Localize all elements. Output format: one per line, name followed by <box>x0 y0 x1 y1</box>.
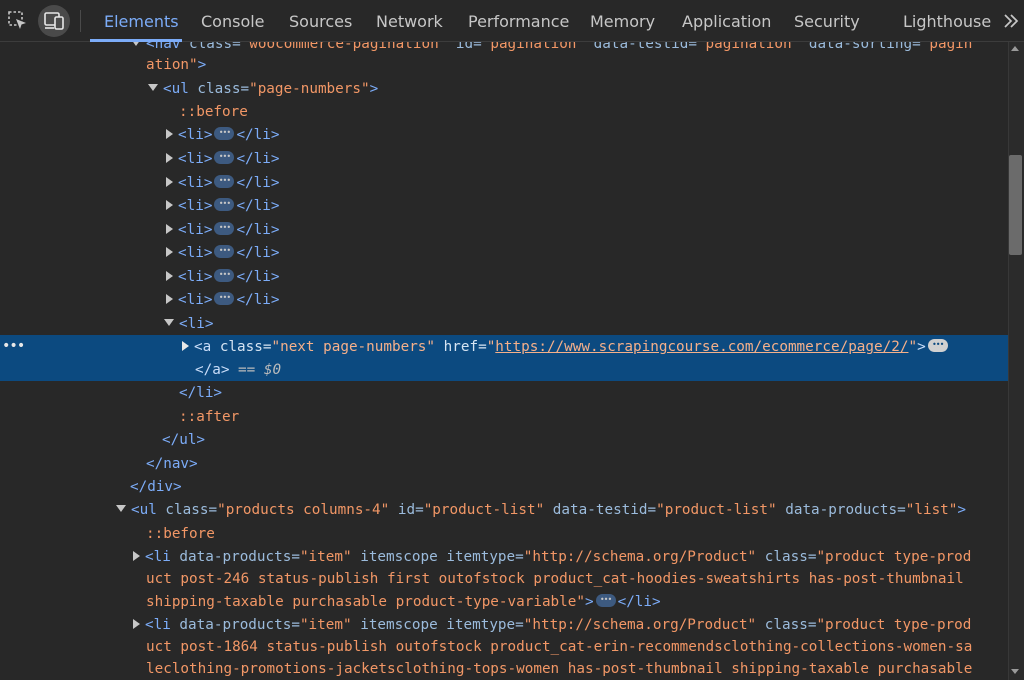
expand-triangle-icon[interactable] <box>166 247 173 257</box>
collapsed-content-icon[interactable] <box>214 263 235 286</box>
tree-line-nav-close[interactable]: </nav> <box>0 453 1008 476</box>
tree-line-product-item-cont: uct post-1864 status-publish outofstock … <box>146 639 973 655</box>
tree-line-li-open[interactable]: <li> <box>0 313 1008 336</box>
collapsed-content-icon[interactable] <box>927 333 948 356</box>
tree-line-div-close[interactable]: </div> <box>0 476 1008 499</box>
collapsed-content-icon[interactable] <box>214 145 235 168</box>
dom-tree: ••• <nav class="woocommerce-pagination" … <box>0 42 1008 678</box>
expand-triangle-icon[interactable] <box>166 294 173 304</box>
tree-line-li[interactable]: <li></li> <box>0 239 1008 265</box>
tree-line-nav-cont: ation"> <box>146 57 207 73</box>
tree-line-before[interactable]: ::before <box>0 523 1008 546</box>
tab-sources[interactable]: Sources <box>289 0 352 42</box>
tree-line-li[interactable]: <li></li> <box>0 216 1008 242</box>
tree-line-li[interactable]: <li></li> <box>0 192 1008 218</box>
tree-line-ul-products[interactable]: <ul class="products columns-4" id="produ… <box>0 499 1008 522</box>
expand-triangle-icon[interactable] <box>166 200 173 210</box>
expand-triangle-icon[interactable] <box>133 619 140 629</box>
collapsed-content-icon[interactable] <box>214 216 235 239</box>
tree-line-before[interactable]: ::before <box>0 101 1008 124</box>
collapsed-content-icon[interactable] <box>214 192 235 215</box>
vertical-scrollbar[interactable] <box>1008 42 1024 680</box>
tree-line-after[interactable]: ::after <box>0 406 1008 429</box>
expand-triangle-icon[interactable] <box>166 153 173 163</box>
collapse-triangle-icon[interactable] <box>131 42 141 46</box>
expand-triangle-icon[interactable] <box>133 551 140 561</box>
tree-line-li[interactable]: <li></li> <box>0 263 1008 289</box>
expand-triangle-icon[interactable] <box>166 271 173 281</box>
tab-elements[interactable]: Elements <box>104 0 179 42</box>
expand-triangle-icon[interactable] <box>166 224 173 234</box>
collapsed-content-icon[interactable] <box>214 121 235 144</box>
collapsed-content-icon[interactable] <box>214 286 235 309</box>
tab-memory[interactable]: Memory <box>590 0 655 42</box>
collapse-triangle-icon[interactable] <box>148 84 158 91</box>
tree-line-li[interactable]: <li></li> <box>0 169 1008 195</box>
device-toolbar-icon[interactable] <box>38 5 70 37</box>
tab-performance[interactable]: Performance <box>468 0 569 42</box>
scrollbar-thumb[interactable] <box>1009 155 1022 255</box>
tab-application[interactable]: Application <box>682 0 771 42</box>
tree-line-ul-pages[interactable]: <ul class="page-numbers"> <box>0 78 1008 101</box>
tree-line-ul-close[interactable]: </ul> <box>0 429 1008 452</box>
tree-line-product-item-cont: shipping-taxable purchasable product-typ… <box>0 588 1008 614</box>
expand-triangle-icon[interactable] <box>166 177 173 187</box>
tree-line-product-item-cont: uct post-246 status-publish first outofs… <box>146 571 964 587</box>
tab-security[interactable]: Security <box>794 0 860 42</box>
tree-line-li[interactable]: <li></li> <box>0 145 1008 171</box>
devtools-toolbar: Elements Console Sources Network Perform… <box>0 0 1024 42</box>
tree-line-li-close[interactable]: </li> <box>0 382 1008 405</box>
more-tabs-chevron-icon[interactable] <box>1000 8 1022 34</box>
expand-triangle-icon[interactable] <box>166 129 173 139</box>
tab-lighthouse[interactable]: Lighthouse <box>903 0 991 42</box>
toolbar-separator <box>80 10 81 32</box>
collapsed-content-icon[interactable] <box>595 588 616 611</box>
scroll-down-icon[interactable] <box>1010 666 1020 676</box>
tree-line-anchor-selected[interactable]: <a class="next page-numbers" href="https… <box>0 333 1008 359</box>
tree-line-li[interactable]: <li></li> <box>0 286 1008 312</box>
tree-line-product-item[interactable]: <li data-products="item" itemscope itemt… <box>0 614 1008 637</box>
tree-line-product-item-cont: leclothing-promotions-jacketsclothing-to… <box>146 661 973 677</box>
tree-line-li[interactable]: <li></li> <box>0 121 1008 147</box>
inspect-element-icon[interactable] <box>2 5 34 37</box>
expand-triangle-icon[interactable] <box>182 341 189 351</box>
tree-line-product-item[interactable]: <li data-products="item" itemscope itemt… <box>0 546 1008 569</box>
href-link[interactable]: https://www.scrapingcourse.com/ecommerce… <box>495 339 908 355</box>
collapse-triangle-icon[interactable] <box>164 319 174 326</box>
collapsed-content-icon[interactable] <box>214 239 235 262</box>
collapsed-content-icon[interactable] <box>214 169 235 192</box>
collapse-triangle-icon[interactable] <box>116 505 126 512</box>
tab-console[interactable]: Console <box>201 0 265 42</box>
scroll-up-icon[interactable] <box>1010 44 1020 54</box>
tree-line-anchor-close[interactable]: </a> == $0 <box>0 359 1008 382</box>
tab-network[interactable]: Network <box>376 0 443 42</box>
